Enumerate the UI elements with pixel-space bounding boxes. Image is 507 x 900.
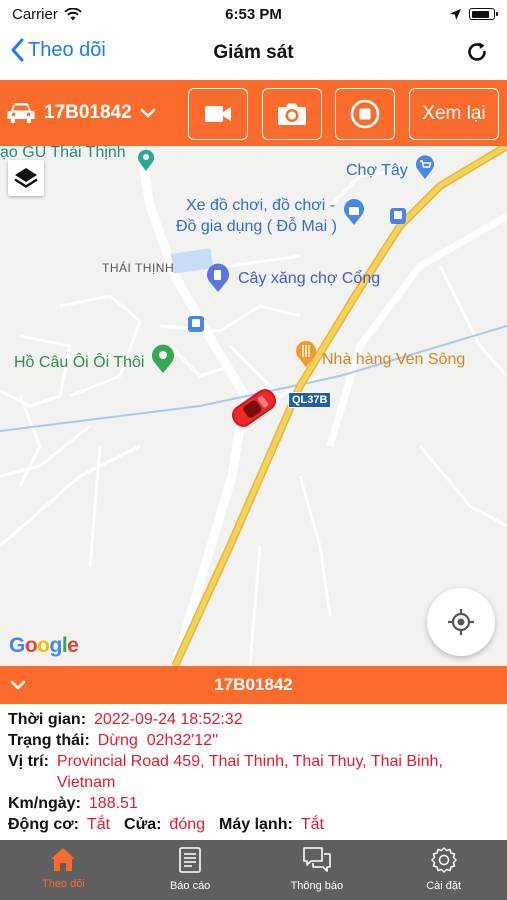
nav-bar: Theo dõi Giám sát	[0, 28, 507, 78]
door-label: Cửa:	[124, 816, 162, 833]
map-view[interactable]: ạo GU Thái Thịnh Chợ Tây Xe đồ chơi, đồ …	[0, 146, 507, 666]
status-time: 6:53 PM	[225, 5, 282, 23]
status-value: Dừng 02h32'12''	[97, 732, 219, 749]
info-panel-header: 17B01842	[0, 666, 507, 704]
gas-station-icon	[207, 263, 229, 292]
back-label: Theo dõi	[28, 38, 106, 61]
vehicle-toolbar: 17B01842 Xem lại	[0, 80, 507, 146]
tab-bao-cao[interactable]: Báo cáo	[127, 840, 254, 900]
info-row-time: Thời gian: 2022-09-24 18:52:32	[8, 709, 499, 730]
poi-label-gas-station: Cây xăng chợ Cổng	[238, 270, 381, 287]
poi-label-restaurant: Nhà hàng Ven Sông	[322, 351, 466, 368]
road-badge: QL37B	[288, 392, 332, 408]
bus-stop-icon	[390, 208, 406, 224]
tab-label: Cài đặt	[426, 880, 462, 892]
restaurant-icon	[296, 341, 316, 367]
info-row-km: Km/ngày: 188.51	[8, 793, 499, 814]
km-value: 188.51	[88, 795, 138, 812]
poi-label-shop-line1: Xe đồ chơi, đồ chơi -	[186, 197, 336, 214]
crosshair-icon	[448, 609, 474, 635]
chevron-left-icon	[11, 38, 24, 62]
map-layers-button[interactable]	[8, 160, 44, 196]
park-icon	[152, 344, 174, 373]
time-label: Thời gian:	[8, 711, 87, 728]
tab-label: Thông báo	[290, 880, 344, 892]
gear-icon	[430, 847, 457, 873]
my-location-button[interactable]	[427, 588, 495, 656]
chevron-down-icon	[140, 108, 155, 118]
poi-label-fishing: Hồ Câu Ôi Ôi Thôi	[14, 354, 145, 371]
engine-value: Tắt	[86, 816, 111, 833]
google-logo: Google	[9, 634, 79, 657]
poi-label-cho-tay: Chợ Tây	[346, 162, 408, 179]
tab-label: Báo cáo	[169, 880, 211, 892]
poi-teal-icon	[138, 149, 154, 171]
status-bar: Carrier 6:53 PM	[0, 0, 507, 28]
tab-theo-doi[interactable]: Theo dõi	[0, 840, 127, 900]
vehicle-selector[interactable]: 17B01842	[6, 102, 186, 124]
video-button[interactable]	[188, 88, 248, 140]
tab-cai-dat[interactable]: Cài đặt	[380, 840, 507, 900]
km-label: Km/ngày:	[8, 795, 81, 812]
status-label: Trạng thái:	[8, 732, 90, 749]
ac-value: Tắt	[300, 816, 324, 833]
place-label-thai-thinh: THÁI THỊNH	[102, 261, 175, 275]
poi-label-shop-line2: Đồ gia dụng ( Đỗ Mai )	[176, 218, 337, 235]
info-row-location: Vị trí: Provincial Road 459, Thai Thinh,…	[8, 751, 499, 793]
battery-fill	[471, 10, 489, 18]
info-panel: Thời gian: 2022-09-24 18:52:32 Trạng thá…	[0, 704, 507, 840]
vehicle-plate: 17B01842	[44, 102, 132, 123]
vehicle-marker[interactable]	[224, 380, 284, 436]
back-button[interactable]: Theo dõi	[10, 38, 106, 62]
stop-icon	[350, 99, 380, 129]
tab-bar: Theo dõi Báo cáo Thông báo Cài đặt	[0, 840, 507, 900]
tab-label: Theo dõi	[41, 878, 85, 890]
stop-button[interactable]	[335, 88, 395, 140]
collapse-button[interactable]	[10, 676, 26, 696]
layers-icon	[14, 168, 38, 188]
chat-icon	[303, 847, 331, 872]
info-plate: 17B01842	[214, 675, 293, 694]
engine-label: Động cơ:	[8, 816, 79, 833]
tab-thong-bao[interactable]: Thông báo	[254, 840, 381, 900]
time-value: 2022-09-24 18:52:32	[94, 711, 243, 728]
info-row-status: Trạng thái: Dừng 02h32'12''	[8, 730, 499, 751]
refresh-icon	[468, 42, 486, 61]
battery-icon	[469, 8, 498, 20]
home-icon	[51, 848, 76, 871]
page-title: Giám sát	[213, 42, 294, 63]
camera-button[interactable]	[262, 88, 322, 140]
shopping-cart-icon	[416, 155, 434, 179]
info-row-engine: Động cơ: Tắt Cửa: đóng Máy lạnh: Tắt	[8, 814, 499, 835]
camera-icon	[278, 103, 306, 125]
chevron-down-icon	[10, 680, 26, 690]
shopping-bag-icon	[344, 199, 364, 225]
video-camera-icon	[205, 106, 231, 122]
location-value: Provincial Road 459, Thai Thinh, Thai Th…	[56, 753, 443, 791]
report-icon	[179, 847, 201, 873]
refresh-button[interactable]	[465, 40, 489, 69]
location-label: Vị trí:	[8, 753, 49, 770]
replay-button[interactable]: Xem lại	[409, 88, 499, 140]
bus-stop-icon-2	[188, 316, 204, 332]
car-icon	[7, 103, 35, 123]
door-value: đóng	[169, 816, 206, 833]
ac-label: Máy lạnh:	[219, 816, 293, 833]
